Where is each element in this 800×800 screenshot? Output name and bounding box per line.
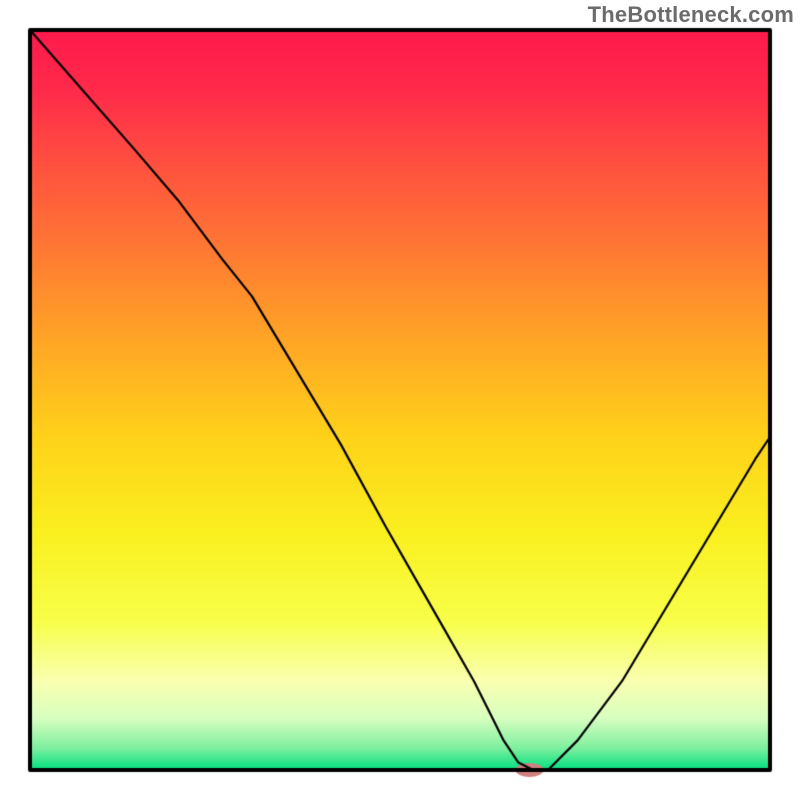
watermark-text: TheBottleneck.com (588, 2, 794, 28)
bottleneck-chart (0, 0, 800, 800)
chart-container: TheBottleneck.com (0, 0, 800, 800)
